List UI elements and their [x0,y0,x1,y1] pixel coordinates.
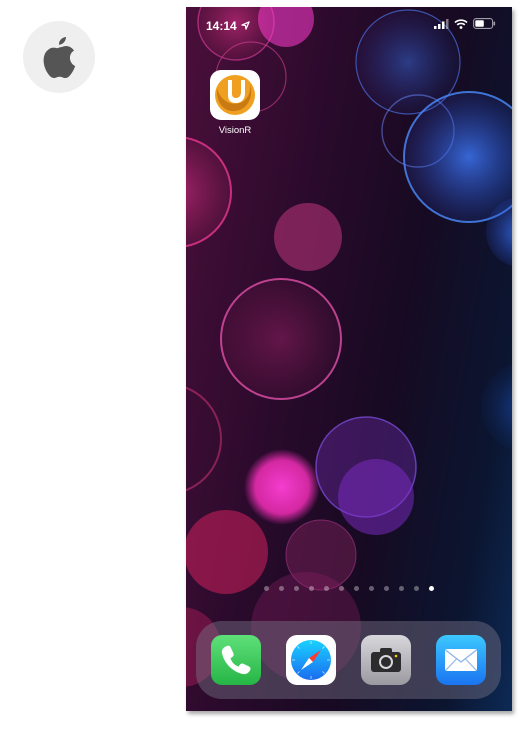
page-dot[interactable] [354,586,359,591]
page-dot[interactable] [294,586,299,591]
camera-icon [371,648,401,672]
page-dot[interactable] [369,586,374,591]
cellular-signal-icon [434,18,449,29]
dock [196,621,501,699]
mail-icon [445,649,477,671]
page-dot[interactable] [279,586,284,591]
status-time: 14:14 [206,19,237,33]
page-dot[interactable] [414,586,419,591]
visionr-logo-icon [215,75,255,115]
page-dot[interactable] [264,586,269,591]
page-dot[interactable] [384,586,389,591]
phone-screen: 14:14 VisionR [186,7,512,711]
camera-app-icon[interactable] [361,635,411,685]
page-dot[interactable] [324,586,329,591]
app-label-visionr: VisionR [218,125,252,136]
phone-icon [221,645,251,675]
visionr-app-icon[interactable] [210,70,260,120]
location-arrow-icon [241,21,250,30]
page-dot[interactable] [339,586,344,591]
phone-app-icon[interactable] [211,635,261,685]
status-bar: 14:14 [186,7,512,43]
safari-icon [291,640,331,680]
apple-logo-badge [23,21,95,93]
battery-icon [473,18,496,29]
safari-app-icon[interactable] [286,635,336,685]
page-dot-active[interactable] [429,586,434,591]
apple-icon [43,37,76,78]
mail-app-icon[interactable] [436,635,486,685]
page-dot[interactable] [399,586,404,591]
wifi-icon [454,18,468,29]
page-indicator[interactable] [186,585,512,595]
page-dot[interactable] [309,586,314,591]
